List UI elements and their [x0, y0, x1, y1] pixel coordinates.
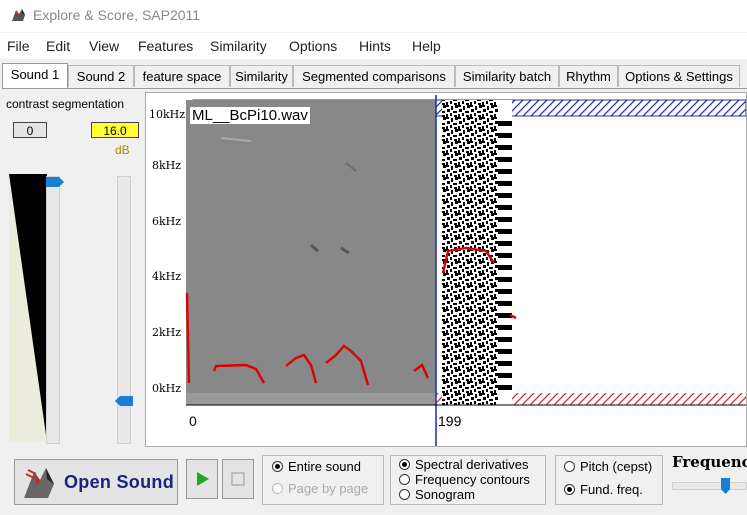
spectrogram-canvas[interactable]: [146, 93, 746, 446]
segmentation-value: 16.0: [91, 122, 139, 138]
sonogram-radio[interactable]: Sonogram: [399, 487, 475, 502]
freq-label-4khz: 4kHz: [152, 270, 182, 283]
window-title: Explore & Score, SAP2011: [33, 7, 201, 23]
freq-label-6khz: 6kHz: [152, 215, 182, 228]
app-bird-icon: [12, 9, 25, 21]
fund-freq-radio[interactable]: Fund. freq.: [564, 482, 643, 497]
file-name-label: ML__BcPi10.wav: [190, 107, 310, 124]
play-button[interactable]: [186, 459, 218, 499]
page-by-page-label: Page by page: [288, 481, 369, 496]
tab-similarity[interactable]: Similarity: [230, 65, 293, 87]
frequency-contours-radio[interactable]: Frequency contours: [399, 472, 530, 487]
menu-features[interactable]: Features: [138, 38, 193, 54]
x-label-start: 0: [189, 413, 197, 429]
page-by-page-radio[interactable]: Page by page: [272, 481, 368, 496]
stop-icon: [231, 472, 245, 486]
radio-dot: [399, 489, 410, 500]
segmentation-unit: dB: [115, 143, 130, 157]
radio-dot-selected: [272, 461, 283, 472]
radio-dot-selected: [564, 484, 575, 495]
radio-dot: [272, 483, 283, 494]
open-sound-button[interactable]: Open Sound: [14, 459, 178, 505]
x-label-cursor: 199: [438, 413, 462, 429]
menu-view[interactable]: View: [89, 38, 119, 54]
stop-button[interactable]: [222, 459, 254, 499]
tab-options-settings[interactable]: Options & Settings: [618, 65, 740, 87]
pitch-cepst-label: Pitch (cepst): [580, 459, 653, 474]
spectral-derivatives-radio[interactable]: Spectral derivatives: [399, 457, 528, 472]
contrast-slider-track[interactable]: [46, 176, 60, 444]
tab-segmented-comparisons[interactable]: Segmented comparisons: [293, 65, 455, 87]
frequency-contours-label: Frequency contours: [415, 472, 530, 487]
contrast-wedge: [9, 174, 47, 442]
frequency-slider-track[interactable]: [672, 482, 747, 490]
tab-rhythm[interactable]: Rhythm: [559, 65, 618, 87]
menu-help[interactable]: Help: [412, 38, 441, 54]
bird-icon: [24, 468, 54, 498]
tab-sound-2[interactable]: Sound 2: [68, 65, 134, 87]
tab-sound-1[interactable]: Sound 1: [2, 63, 68, 88]
entire-sound-label: Entire sound: [288, 459, 361, 474]
menu-options[interactable]: Options: [289, 38, 337, 54]
freq-label-10khz: 10kHz: [149, 108, 186, 121]
radio-dot: [399, 474, 410, 485]
frequency-label: Frequency: [672, 453, 747, 471]
menu-edit[interactable]: Edit: [46, 38, 70, 54]
open-sound-label: Open Sound: [64, 472, 174, 492]
tab-feature-space[interactable]: feature space: [134, 65, 230, 87]
freq-label-0khz: 0kHz: [152, 382, 182, 395]
radio-dot-selected: [399, 459, 410, 470]
spectrogram-panel[interactable]: ML__BcPi10.wav 10kHz 8kHz 6kHz 4kHz 2kHz…: [145, 92, 747, 447]
menu-hints[interactable]: Hints: [359, 38, 391, 54]
menu-file[interactable]: File: [7, 38, 30, 54]
title-bar: Explore & Score, SAP2011: [0, 0, 747, 32]
fund-freq-label: Fund. freq.: [580, 482, 643, 497]
menu-bar: File Edit View Features Similarity Optio…: [0, 33, 747, 59]
entire-sound-radio[interactable]: Entire sound: [272, 459, 361, 474]
tab-similarity-batch[interactable]: Similarity batch: [455, 65, 559, 87]
menu-similarity[interactable]: Similarity: [210, 38, 267, 54]
sonogram-label: Sonogram: [415, 487, 475, 502]
radio-dot: [564, 461, 575, 472]
tab-strip: Sound 1 Sound 2 feature space Similarity…: [2, 63, 747, 89]
contrast-segmentation-header: contrast segmentation: [6, 97, 125, 111]
freq-label-8khz: 8kHz: [152, 159, 182, 172]
pitch-cepst-radio[interactable]: Pitch (cepst): [564, 459, 652, 474]
spectral-derivatives-label: Spectral derivatives: [415, 457, 529, 472]
contrast-value: 0: [13, 122, 47, 138]
freq-label-2khz: 2kHz: [152, 326, 182, 339]
play-icon: [197, 472, 209, 486]
